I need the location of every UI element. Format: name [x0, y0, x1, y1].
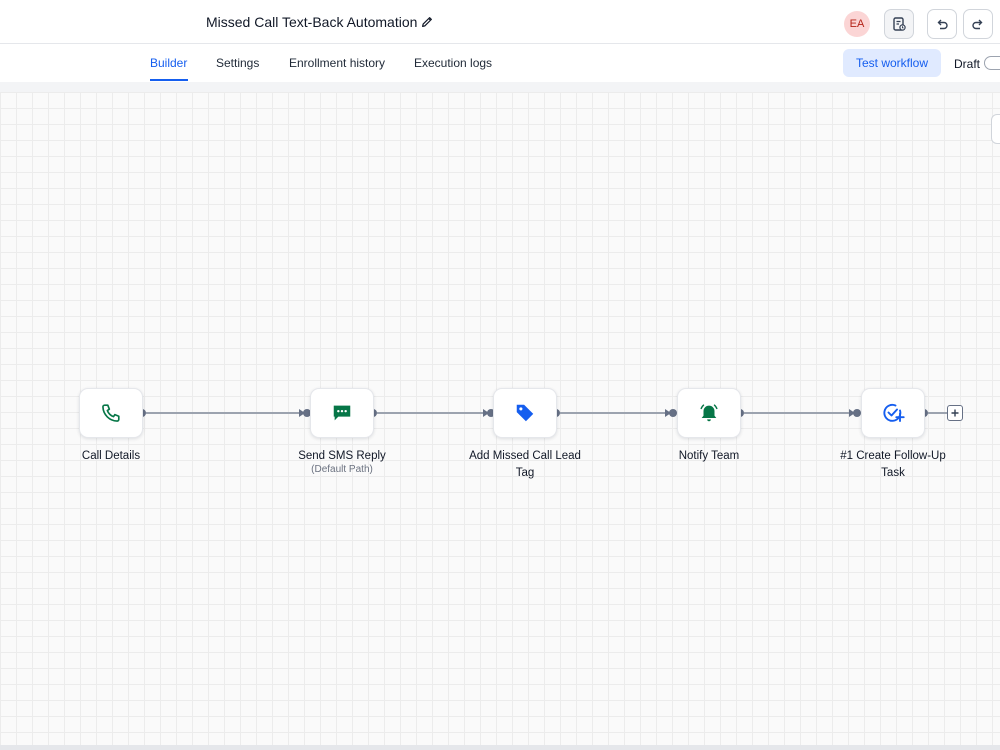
connector-dot[interactable] [853, 409, 861, 417]
redo-button[interactable] [963, 9, 993, 39]
publish-toggle[interactable] [984, 56, 1000, 70]
node-send-sms-reply[interactable] [310, 388, 374, 438]
node-label: Call Details [81, 450, 141, 462]
tab-execution-logs[interactable]: Execution logs [414, 56, 492, 70]
node-call-details[interactable] [79, 388, 143, 438]
tag-icon [516, 404, 534, 422]
phone-icon [102, 404, 120, 422]
node-label: Notify Team [678, 450, 740, 462]
node-label: Add Missed Call Lead Tag [469, 450, 581, 479]
task-icon [883, 403, 905, 422]
draft-label: Draft [954, 57, 981, 71]
tab-settings[interactable]: Settings [216, 56, 259, 70]
connector-line [377, 412, 485, 414]
plus-icon [951, 409, 959, 417]
node-label: Send SMS Reply [298, 450, 386, 462]
tab-bar: Builder Settings Enrollment history Exec… [0, 44, 1000, 82]
node-sublabel: (Default Path) [311, 464, 373, 475]
active-tab-indicator [150, 79, 188, 81]
connector-line [928, 412, 947, 414]
notes-icon [893, 17, 906, 31]
edit-icon[interactable] [420, 15, 434, 29]
bottom-strip [0, 745, 1000, 750]
undo-button[interactable] [927, 9, 957, 39]
top-bar: Missed Call Text-Back Automation EA [0, 0, 1000, 44]
tab-builder[interactable]: Builder [150, 56, 187, 70]
connector-line [560, 412, 667, 414]
avatar[interactable]: EA [844, 11, 870, 37]
connector-line [146, 412, 301, 414]
side-panel-handle[interactable] [991, 114, 1000, 144]
workflow-title: Missed Call Text-Back Automation [206, 14, 418, 30]
add-step-button[interactable] [947, 405, 963, 421]
node-label: #1 Create Follow-Up Task [840, 450, 946, 479]
connector-dot[interactable] [669, 409, 677, 417]
sms-icon [333, 405, 351, 421]
redo-icon [972, 19, 983, 30]
test-workflow-button[interactable]: Test workflow [843, 49, 941, 77]
node-notify-team[interactable] [677, 388, 741, 438]
node-create-task[interactable] [861, 388, 925, 438]
connector-line [744, 412, 851, 414]
node-add-tag[interactable] [493, 388, 557, 438]
tab-enrollment-history[interactable]: Enrollment history [289, 56, 385, 70]
bell-icon [700, 404, 718, 422]
undo-icon [937, 19, 948, 30]
notes-button[interactable] [884, 9, 914, 39]
